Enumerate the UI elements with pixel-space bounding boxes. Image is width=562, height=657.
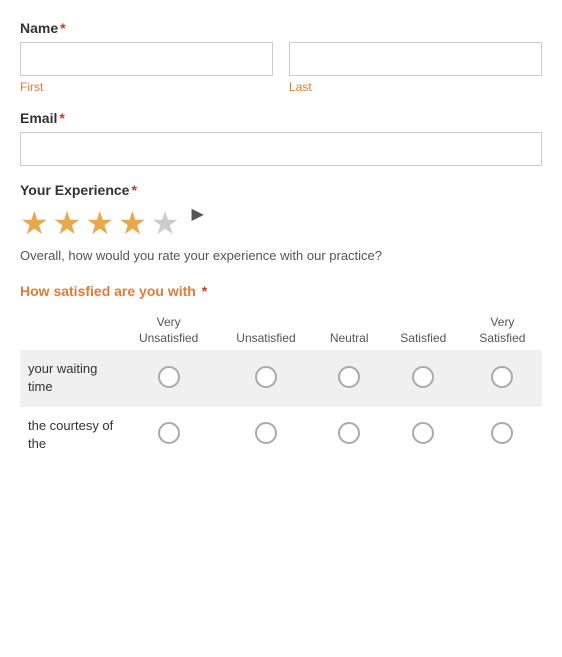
col-very-satisfied: VerySatisfied bbox=[463, 311, 542, 350]
email-required-star: * bbox=[59, 110, 64, 126]
star-1[interactable]: ★ bbox=[20, 204, 49, 242]
cursor-icon: ▶ bbox=[191, 204, 203, 242]
waiting-satisfied[interactable] bbox=[384, 350, 463, 406]
courtesy-very-satisfied[interactable] bbox=[463, 407, 542, 463]
email-label-text: Email bbox=[20, 110, 57, 126]
experience-label: Your Experience* bbox=[20, 182, 542, 198]
radio-courtesy-neutral[interactable] bbox=[338, 422, 360, 444]
radio-waiting-unsatisfied[interactable] bbox=[255, 366, 277, 388]
col-unsatisfied: Unsatisfied bbox=[217, 311, 314, 350]
satisfaction-section: How satisfied are you with * VeryUnsatis… bbox=[20, 283, 542, 463]
experience-label-text: Your Experience bbox=[20, 182, 129, 198]
email-field-group: Email* bbox=[20, 110, 542, 166]
radio-waiting-very-satisfied[interactable] bbox=[491, 366, 513, 388]
waiting-neutral[interactable] bbox=[315, 350, 384, 406]
first-name-input[interactable] bbox=[20, 42, 273, 76]
experience-note: Overall, how would you rate your experie… bbox=[20, 248, 542, 263]
satisfaction-col-empty bbox=[20, 311, 120, 350]
name-label-text: Name bbox=[20, 20, 58, 36]
waiting-very-unsatisfied[interactable] bbox=[120, 350, 217, 406]
satisfaction-row-courtesy: the courtesy of the bbox=[20, 407, 542, 463]
name-required-star: * bbox=[60, 20, 65, 36]
email-input[interactable] bbox=[20, 132, 542, 166]
star-2[interactable]: ★ bbox=[53, 204, 82, 242]
courtesy-satisfied[interactable] bbox=[384, 407, 463, 463]
col-very-unsatisfied: VeryUnsatisfied bbox=[120, 311, 217, 350]
first-name-col: First bbox=[20, 42, 273, 94]
last-name-input[interactable] bbox=[289, 42, 542, 76]
first-label: First bbox=[20, 80, 273, 94]
courtesy-label: the courtesy of the bbox=[20, 407, 120, 463]
radio-waiting-satisfied[interactable] bbox=[412, 366, 434, 388]
last-label: Last bbox=[289, 80, 542, 94]
satisfaction-table: VeryUnsatisfied Unsatisfied Neutral Sati… bbox=[20, 311, 542, 463]
waiting-unsatisfied[interactable] bbox=[217, 350, 314, 406]
radio-courtesy-very-satisfied[interactable] bbox=[491, 422, 513, 444]
radio-waiting-neutral[interactable] bbox=[338, 366, 360, 388]
col-satisfied: Satisfied bbox=[384, 311, 463, 350]
name-row: First Last bbox=[20, 42, 542, 94]
waiting-very-satisfied[interactable] bbox=[463, 350, 542, 406]
courtesy-very-unsatisfied[interactable] bbox=[120, 407, 217, 463]
courtesy-unsatisfied[interactable] bbox=[217, 407, 314, 463]
star-3[interactable]: ★ bbox=[85, 204, 114, 242]
radio-courtesy-very-unsatisfied[interactable] bbox=[158, 422, 180, 444]
waiting-time-label: your waiting time bbox=[20, 350, 120, 406]
satisfaction-label-text: How satisfied are you with bbox=[20, 283, 196, 299]
radio-courtesy-satisfied[interactable] bbox=[412, 422, 434, 444]
satisfaction-header-row: VeryUnsatisfied Unsatisfied Neutral Sati… bbox=[20, 311, 542, 350]
star-rating[interactable]: ★ ★ ★ ★ ★ ▶ bbox=[20, 204, 542, 242]
experience-required-star: * bbox=[131, 182, 136, 198]
radio-waiting-very-unsatisfied[interactable] bbox=[158, 366, 180, 388]
star-5[interactable]: ★ bbox=[151, 204, 180, 242]
name-field-group: Name* First Last bbox=[20, 20, 542, 94]
satisfaction-label: How satisfied are you with * bbox=[20, 283, 542, 299]
last-name-col: Last bbox=[289, 42, 542, 94]
satisfaction-row-waiting: your waiting time bbox=[20, 350, 542, 406]
radio-courtesy-unsatisfied[interactable] bbox=[255, 422, 277, 444]
experience-field-group: Your Experience* ★ ★ ★ ★ ★ ▶ Overall, ho… bbox=[20, 182, 542, 263]
email-label: Email* bbox=[20, 110, 542, 126]
name-label: Name* bbox=[20, 20, 542, 36]
courtesy-neutral[interactable] bbox=[315, 407, 384, 463]
col-neutral: Neutral bbox=[315, 311, 384, 350]
star-4[interactable]: ★ bbox=[118, 204, 147, 242]
satisfaction-required-star: * bbox=[202, 283, 207, 299]
